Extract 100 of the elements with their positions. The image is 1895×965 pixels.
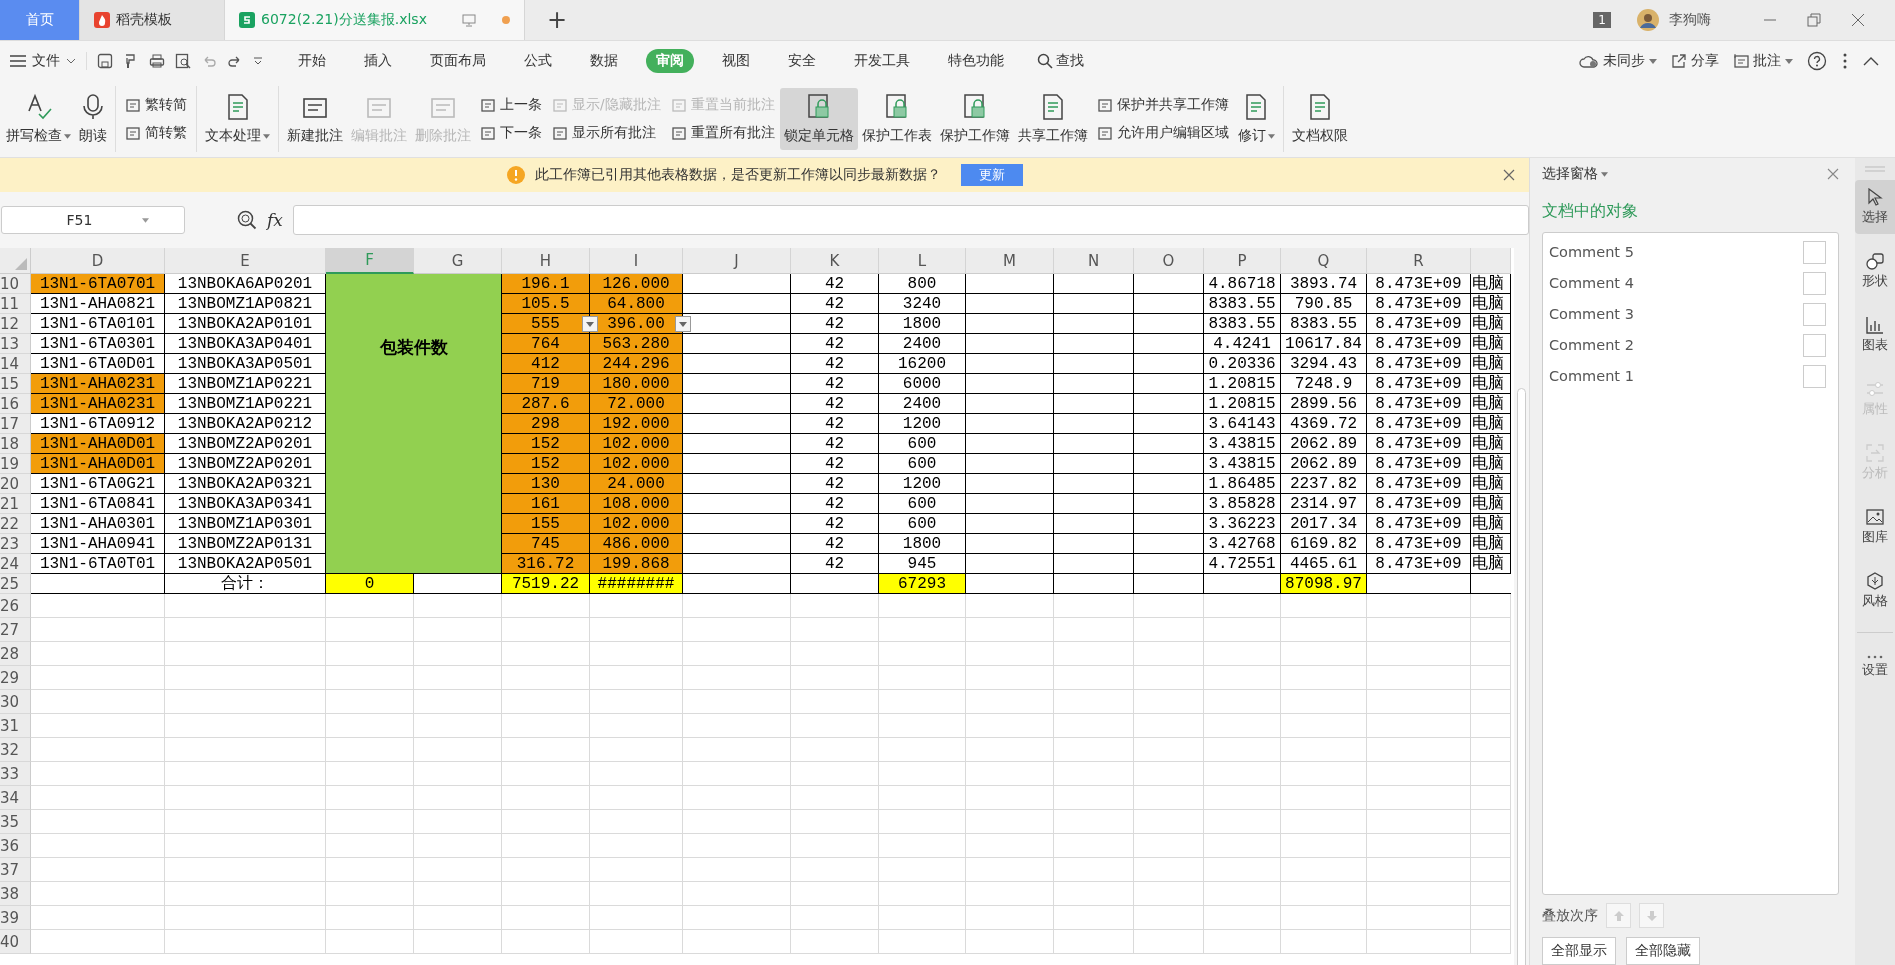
save-icon[interactable] xyxy=(97,53,113,69)
comment-button[interactable]: 批注 xyxy=(1733,52,1793,70)
column-header[interactable]: P xyxy=(1204,248,1281,274)
ribbon-tab[interactable]: 开始 xyxy=(288,49,336,73)
ribbon-tab[interactable]: 页面布局 xyxy=(420,49,496,73)
ribbon-button[interactable]: 允许用户编辑区域 xyxy=(1096,124,1229,142)
print-preview-icon[interactable] xyxy=(175,53,191,69)
row-header[interactable]: 31 xyxy=(0,714,31,738)
search-button[interactable]: 查找 xyxy=(1037,52,1084,70)
column-header[interactable]: D xyxy=(31,248,165,274)
column-header[interactable]: O xyxy=(1134,248,1204,274)
column-header[interactable]: M xyxy=(966,248,1054,274)
zoom-icon[interactable] xyxy=(237,210,257,230)
dropdown-icon[interactable] xyxy=(675,316,691,332)
ribbon-button[interactable]: 繁转简 xyxy=(125,96,187,114)
row-header[interactable]: 26 xyxy=(0,594,31,618)
row-header[interactable]: 39 xyxy=(0,906,31,930)
more-icon[interactable] xyxy=(1843,53,1847,69)
update-button[interactable]: 更新 xyxy=(960,164,1023,186)
object-item[interactable]: Comment 4 xyxy=(1549,275,1634,292)
row-header[interactable]: 13 xyxy=(0,334,31,354)
ribbon-button[interactable]: 共享工作簿 xyxy=(1013,88,1092,150)
row-header[interactable]: 32 xyxy=(0,738,31,762)
object-item[interactable]: Comment 2 xyxy=(1549,337,1634,354)
ribbon-button[interactable]: 简转繁 xyxy=(125,124,187,142)
close-icon[interactable] xyxy=(1827,168,1839,181)
ribbon-button[interactable]: 保护并共享工作簿 xyxy=(1096,96,1229,114)
ribbon-button[interactable]: 文档权限 xyxy=(1287,88,1352,150)
ribbon-tab[interactable]: 数据 xyxy=(580,49,628,73)
side-tool[interactable]: 形状 xyxy=(1855,244,1895,298)
row-header[interactable]: 20 xyxy=(0,474,31,494)
hide-all-button[interactable]: 全部隐藏 xyxy=(1626,937,1700,965)
row-header[interactable]: 25 xyxy=(0,574,31,594)
ribbon-button[interactable]: 朗读 xyxy=(75,88,111,150)
object-item[interactable]: Comment 3 xyxy=(1549,306,1634,323)
window-count-badge[interactable]: 1 xyxy=(1593,12,1611,28)
visibility-checkbox[interactable] xyxy=(1803,240,1826,264)
ribbon-tab[interactable]: 视图 xyxy=(712,49,760,73)
row-header[interactable]: 27 xyxy=(0,618,31,642)
share-button[interactable]: 分享 xyxy=(1671,52,1719,70)
column-header[interactable]: Q xyxy=(1281,248,1367,274)
row-header[interactable]: 38 xyxy=(0,882,31,906)
row-header[interactable]: 22 xyxy=(0,514,31,534)
restore-icon[interactable] xyxy=(1807,13,1821,27)
side-tool[interactable]: 图库 xyxy=(1855,500,1895,554)
column-header[interactable]: E xyxy=(165,248,326,274)
formula-input[interactable] xyxy=(292,205,1529,235)
row-header[interactable]: 36 xyxy=(0,834,31,858)
row-header[interactable]: 12 xyxy=(0,314,31,334)
collapse-icon[interactable] xyxy=(1863,56,1879,66)
side-tool[interactable]: 选择 xyxy=(1855,180,1895,234)
column-header[interactable]: I xyxy=(590,248,683,274)
side-tool[interactable]: 风格 xyxy=(1855,564,1895,618)
row-header[interactable]: 28 xyxy=(0,642,31,666)
row-header[interactable]: 17 xyxy=(0,414,31,434)
help-icon[interactable] xyxy=(1807,51,1827,71)
column-header[interactable]: G xyxy=(414,248,502,274)
ribbon-tab[interactable]: 安全 xyxy=(778,49,826,73)
row-header[interactable]: 11 xyxy=(0,294,31,314)
side-tool[interactable]: 图表 xyxy=(1855,308,1895,362)
ribbon-tab[interactable]: 插入 xyxy=(354,49,402,73)
ribbon-button[interactable]: 新建批注 xyxy=(283,88,347,150)
row-header[interactable]: 35 xyxy=(0,810,31,834)
new-tab-button[interactable]: + xyxy=(547,6,568,34)
ribbon-button[interactable]: 锁定单元格 xyxy=(779,88,858,150)
visibility-checkbox[interactable] xyxy=(1803,333,1826,357)
sync-button[interactable]: 未同步 xyxy=(1579,52,1657,70)
row-header[interactable]: 29 xyxy=(0,666,31,690)
column-header[interactable]: L xyxy=(879,248,966,274)
row-header[interactable]: 37 xyxy=(0,858,31,882)
row-header[interactable]: 24 xyxy=(0,554,31,574)
row-header[interactable]: 40 xyxy=(0,930,31,954)
close-icon[interactable] xyxy=(1503,169,1515,181)
ribbon-tab[interactable]: 开发工具 xyxy=(844,49,920,73)
ribbon-tab[interactable]: 特色功能 xyxy=(938,49,1014,73)
object-item[interactable]: Comment 1 xyxy=(1549,368,1634,385)
row-header[interactable]: 21 xyxy=(0,494,31,514)
visibility-checkbox[interactable] xyxy=(1803,364,1826,388)
file-menu[interactable]: 文件 xyxy=(0,52,87,70)
row-header[interactable]: 34 xyxy=(0,786,31,810)
avatar-icon[interactable] xyxy=(1637,9,1659,31)
show-all-button[interactable]: 全部显示 xyxy=(1542,937,1616,965)
document-tab[interactable]: 稻壳模板 xyxy=(80,0,225,40)
row-header[interactable]: 33 xyxy=(0,762,31,786)
row-header[interactable]: 16 xyxy=(0,394,31,414)
print-icon[interactable] xyxy=(149,53,165,69)
row-header[interactable]: 19 xyxy=(0,454,31,474)
select-all-corner[interactable] xyxy=(0,248,31,274)
ribbon-button[interactable]: 显示所有批注 xyxy=(552,124,661,142)
ribbon-button[interactable]: 保护工作表 xyxy=(857,88,936,150)
scrollbar-thumb[interactable] xyxy=(1517,388,1526,965)
close-icon[interactable] xyxy=(1851,13,1865,27)
ribbon-button[interactable]: 修订 xyxy=(1233,88,1279,150)
row-header[interactable]: 10 xyxy=(0,274,31,294)
object-item[interactable]: Comment 5 xyxy=(1549,244,1634,261)
ribbon-button[interactable]: 保护工作簿 xyxy=(935,88,1014,150)
ribbon-button[interactable]: 下一条 xyxy=(480,124,542,142)
row-header[interactable]: 23 xyxy=(0,534,31,554)
customize-icon[interactable] xyxy=(253,57,263,65)
visibility-checkbox[interactable] xyxy=(1803,271,1826,295)
